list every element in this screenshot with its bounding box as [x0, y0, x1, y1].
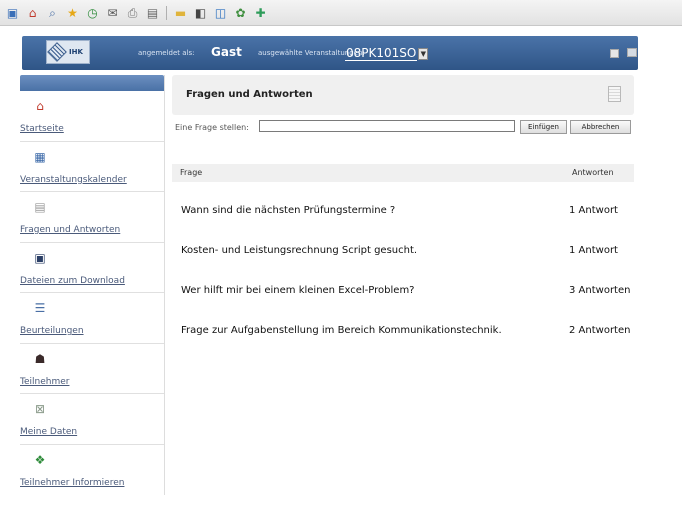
sidebar-item-downloads[interactable]: ▣ Dateien zum Download — [20, 243, 164, 293]
column-header-question: Frage — [180, 168, 203, 177]
answer-count[interactable]: 2 Antworten — [569, 325, 630, 336]
browser-addon-icon[interactable]: ✿ — [232, 4, 249, 21]
table-row[interactable]: Kosten- und Leistungsrechnung Script ges… — [172, 241, 642, 261]
table-header: Frage Antworten — [172, 164, 634, 182]
browser-research-icon[interactable]: ◫ — [212, 4, 229, 21]
event-select[interactable]: 08PK101SO ▼ — [345, 45, 429, 62]
login-label: angemeldet als: — [138, 49, 195, 57]
answer-count[interactable]: 1 Antwort — [569, 205, 618, 216]
browser-mail-icon[interactable]: ✉ — [104, 4, 121, 21]
user-name: Gast — [211, 45, 242, 59]
sidebar-item-teilnehmer[interactable]: ☗ Teilnehmer — [20, 344, 164, 394]
question-text[interactable]: Frage zur Aufgabenstellung im Bereich Ko… — [181, 325, 502, 336]
browser-tab-icon[interactable]: ▣ — [4, 4, 21, 21]
ask-question-label: Eine Frage stellen: — [175, 122, 249, 132]
browser-history-icon[interactable]: ◷ — [84, 4, 101, 21]
browser-home-icon[interactable]: ⌂ — [24, 4, 41, 21]
page-title: Fragen und Antworten — [186, 89, 313, 100]
browser-messenger-icon[interactable]: ✚ — [252, 4, 269, 21]
browser-search-icon[interactable]: ⌕ — [44, 4, 61, 21]
sidebar-item-label[interactable]: Teilnehmer — [20, 377, 69, 387]
sidebar-item-label[interactable]: Beurteilungen — [20, 326, 84, 336]
ask-question-row: Eine Frage stellen: Einfügen Abbrechen — [175, 120, 631, 134]
ihk-logo: IHK — [46, 40, 90, 64]
mail-icon[interactable] — [627, 48, 637, 57]
browser-tools-icon[interactable]: ◧ — [192, 4, 209, 21]
browser-toolbar: ▣ ⌂ ⌕ ★ ◷ ✉ ⎙ ▤ ▬ ◧ ◫ ✿ ✚ — [0, 0, 682, 26]
document-icon — [608, 86, 621, 102]
table-row[interactable]: Wer hilft mir bei einem kleinen Excel-Pr… — [172, 281, 642, 301]
sidebar-item-meine-daten[interactable]: ⊠ Meine Daten — [20, 394, 164, 445]
column-header-answers: Antworten — [572, 168, 614, 177]
browser-edit-icon[interactable]: ▤ — [144, 4, 161, 21]
sidebar-item-label[interactable]: Dateien zum Download — [20, 276, 125, 286]
event-value: 08PK101SO — [345, 46, 418, 61]
insert-button[interactable]: Einfügen — [520, 120, 567, 134]
sidebar-header — [20, 75, 164, 91]
sidebar-item-beurteilungen[interactable]: ☰ Beurteilungen — [20, 293, 164, 344]
home-icon: ⌂ — [36, 99, 44, 113]
question-input[interactable] — [259, 120, 515, 132]
app-header-bar: IHK angemeldet als: Gast ausgewählte Ver… — [22, 36, 638, 70]
answer-count[interactable]: 1 Antwort — [569, 245, 618, 256]
question-text[interactable]: Wer hilft mir bei einem kleinen Excel-Pr… — [181, 285, 415, 296]
report-icon: ☰ — [34, 301, 46, 315]
floppy-disk-icon: ▣ — [34, 250, 46, 265]
question-text[interactable]: Kosten- und Leistungsrechnung Script ges… — [181, 245, 417, 256]
sidebar-item-label[interactable]: Meine Daten — [20, 427, 77, 437]
calendar-icon: ▦ — [34, 149, 46, 164]
sidebar: ⌂ Startseite ▦ Veranstaltungskalender ▤ … — [20, 75, 165, 495]
panel-header: Fragen und Antworten — [172, 75, 634, 115]
browser-print-icon[interactable]: ⎙ — [124, 4, 141, 21]
question-text[interactable]: Wann sind die nächsten Prüfungstermine ? — [181, 205, 395, 216]
table-row[interactable]: Frage zur Aufgabenstellung im Bereich Ko… — [172, 321, 642, 341]
table-row[interactable]: Wann sind die nächsten Prüfungstermine ?… — [172, 201, 642, 221]
cancel-button[interactable]: Abbrechen — [570, 120, 631, 134]
sidebar-item-teilnehmer-informieren[interactable]: ❖ Teilnehmer Informieren — [20, 445, 164, 496]
chevron-down-icon[interactable]: ▼ — [418, 47, 429, 60]
browser-favorites-icon[interactable]: ★ — [64, 4, 81, 21]
sidebar-item-startseite[interactable]: ⌂ Startseite — [20, 91, 164, 142]
sidebar-item-label[interactable]: Teilnehmer Informieren — [20, 478, 124, 488]
sidebar-item-veranstaltungskalender[interactable]: ▦ Veranstaltungskalender — [20, 142, 164, 192]
notify-icon: ❖ — [34, 452, 46, 467]
logo-text: IHK — [69, 48, 83, 56]
browser-folder-icon[interactable]: ▬ — [172, 4, 189, 21]
toolbar-separator — [166, 5, 167, 20]
window-icon[interactable] — [610, 49, 619, 58]
participants-icon: ☗ — [34, 351, 46, 366]
sidebar-item-label[interactable]: Fragen und Antworten — [20, 225, 120, 235]
sidebar-item-fragen[interactable]: ▤ Fragen und Antworten — [20, 192, 164, 243]
document-icon: ▤ — [34, 200, 46, 214]
answer-count[interactable]: 3 Antworten — [569, 285, 630, 296]
logo-icon — [47, 42, 67, 62]
profile-icon: ⊠ — [34, 402, 46, 416]
sidebar-item-label[interactable]: Startseite — [20, 124, 64, 134]
sidebar-item-label[interactable]: Veranstaltungskalender — [20, 175, 127, 185]
